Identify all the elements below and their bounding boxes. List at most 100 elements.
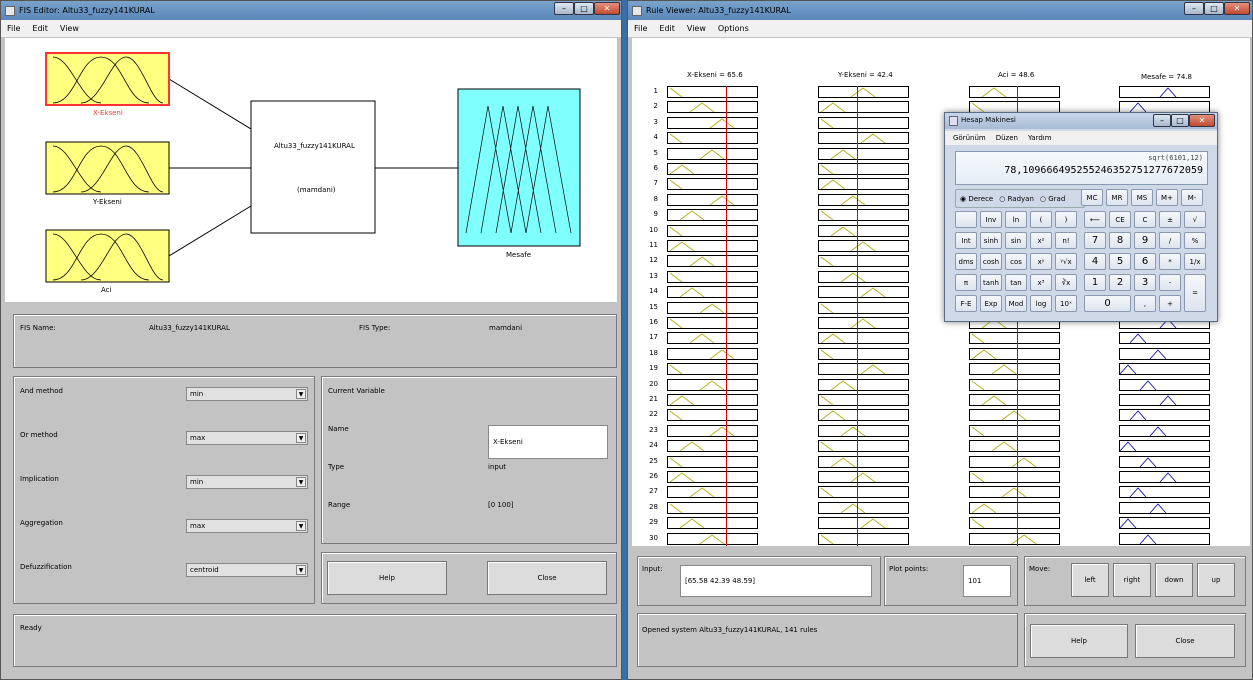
calc-key[interactable]: Mod <box>1005 295 1027 312</box>
radio-grad[interactable]: ○ Grad <box>1040 195 1065 203</box>
menu-view[interactable]: View <box>687 24 706 33</box>
aggregation-select[interactable]: max ▼ <box>186 519 308 533</box>
calc-key[interactable]: 10ˣ <box>1055 295 1077 312</box>
calc-key[interactable]: x³ <box>1030 274 1052 291</box>
help-button[interactable]: Help <box>1030 624 1128 658</box>
calc-key[interactable]: Exp <box>980 295 1002 312</box>
menu-duzen[interactable]: Düzen <box>996 134 1018 142</box>
input-block-y[interactable] <box>45 141 170 195</box>
calc-key[interactable]: tanh <box>980 274 1002 291</box>
calc-key[interactable]: 7 <box>1084 232 1106 249</box>
input-value-line[interactable] <box>726 86 727 546</box>
calc-key[interactable]: log <box>1030 295 1052 312</box>
calc-maximize-button[interactable]: □ <box>1171 114 1189 127</box>
calc-key[interactable]: - <box>1159 274 1181 291</box>
memory-button-mplus[interactable]: M+ <box>1156 189 1178 206</box>
menu-file[interactable]: File <box>634 24 647 33</box>
calc-key[interactable]: dms <box>955 253 977 270</box>
calc-key[interactable]: ʸ√x <box>1055 253 1077 270</box>
menu-bar: File Edit View Options <box>628 20 1252 37</box>
input-block-aci[interactable] <box>45 229 170 283</box>
calc-key[interactable]: * <box>1159 253 1181 270</box>
calc-key[interactable]: = <box>1184 274 1206 312</box>
calc-key[interactable]: 3 <box>1134 274 1156 291</box>
output-block-mesafe[interactable] <box>457 88 581 247</box>
calc-key[interactable]: 1/x <box>1184 253 1206 270</box>
memory-button-mc[interactable]: MC <box>1081 189 1103 206</box>
calc-key[interactable]: 2 <box>1109 274 1131 291</box>
menu-edit[interactable]: Edit <box>659 24 675 33</box>
rule-cell <box>818 163 909 175</box>
calc-key[interactable]: F-E <box>955 295 977 312</box>
memory-button-mminus[interactable]: M- <box>1181 189 1203 206</box>
calc-key[interactable]: cos <box>1005 253 1027 270</box>
close-button[interactable]: Close <box>1135 624 1235 658</box>
help-button[interactable]: Help <box>327 561 447 595</box>
rule-number: 20 <box>649 379 658 388</box>
calc-key[interactable]: π <box>955 274 977 291</box>
calc-key[interactable]: sin <box>1005 232 1027 249</box>
calc-key[interactable]: 4 <box>1084 253 1106 270</box>
calc-key[interactable]: 1 <box>1084 274 1106 291</box>
plot-points-field[interactable]: 101 <box>963 565 1011 597</box>
calc-key[interactable]: tan <box>1005 274 1027 291</box>
calc-key[interactable]: 8 <box>1109 232 1131 249</box>
calc-key[interactable]: % <box>1184 232 1206 249</box>
calc-key[interactable]: xʸ <box>1030 253 1052 270</box>
calc-key[interactable]: ⟵ <box>1084 211 1106 228</box>
calc-key[interactable]: 6 <box>1134 253 1156 270</box>
menu-gorunum[interactable]: Görünüm <box>953 134 986 142</box>
move-up-button[interactable]: up <box>1197 563 1235 597</box>
input-field[interactable]: [65.58 42.39 48.59] <box>680 565 872 597</box>
menu-yardim[interactable]: Yardım <box>1028 134 1052 142</box>
calc-key[interactable]: C <box>1134 211 1156 228</box>
calc-key[interactable]: √ <box>1184 211 1206 228</box>
input-block-x[interactable] <box>45 52 170 106</box>
and-method-select[interactable]: min ▼ <box>186 387 308 401</box>
variable-name-field[interactable]: X-Ekseni <box>488 425 608 459</box>
calc-key[interactable]: Int <box>955 232 977 249</box>
move-down-button[interactable]: down <box>1155 563 1193 597</box>
close-button[interactable]: Close <box>487 561 607 595</box>
calc-key[interactable]: Inv <box>980 211 1002 228</box>
calc-minimize-button[interactable]: – <box>1153 114 1171 127</box>
calc-key[interactable]: 5 <box>1109 253 1131 270</box>
close-window-button[interactable]: ✕ <box>1224 2 1250 15</box>
implication-select[interactable]: min ▼ <box>186 475 308 489</box>
rule-viewer-titlebar[interactable]: Rule Viewer: Altu33_fuzzy141KURAL <box>628 1 1252 20</box>
calc-key[interactable]: CE <box>1109 211 1131 228</box>
radio-derece[interactable]: ◉ Derece <box>960 195 993 203</box>
memory-button-mr[interactable]: MR <box>1106 189 1128 206</box>
maximize-button[interactable]: □ <box>1204 2 1224 15</box>
calc-key[interactable]: ± <box>1159 211 1181 228</box>
calc-key[interactable]: 0 <box>1084 295 1131 312</box>
or-method-select[interactable]: max ▼ <box>186 431 308 445</box>
calc-key[interactable]: 9 <box>1134 232 1156 249</box>
name-label: Name <box>328 425 349 433</box>
calc-key[interactable]: ln <box>1005 211 1027 228</box>
menu-options[interactable]: Options <box>718 24 749 33</box>
move-left-button[interactable]: left <box>1071 563 1109 597</box>
input-value-line[interactable] <box>857 86 858 546</box>
calc-key[interactable]: / <box>1159 232 1181 249</box>
calc-key[interactable]: cosh <box>980 253 1002 270</box>
minimize-button[interactable]: – <box>1184 2 1204 15</box>
system-block[interactable] <box>250 100 376 234</box>
move-right-button[interactable]: right <box>1113 563 1151 597</box>
fis-type-label: FIS Type: <box>359 324 391 332</box>
calc-key[interactable]: + <box>1159 295 1181 312</box>
memory-button-ms[interactable]: MS <box>1131 189 1153 206</box>
calc-key[interactable]: sinh <box>980 232 1002 249</box>
defuzzification-select[interactable]: centroid ▼ <box>186 563 308 577</box>
calc-key[interactable]: x² <box>1030 232 1052 249</box>
calc-key[interactable] <box>955 211 977 228</box>
calc-key[interactable]: ∛x <box>1055 274 1077 291</box>
calc-key[interactable]: ) <box>1055 211 1077 228</box>
rule-cell <box>818 178 909 191</box>
calc-key[interactable]: ( <box>1030 211 1052 228</box>
calc-key[interactable]: n! <box>1055 232 1077 249</box>
calc-close-button[interactable]: ✕ <box>1189 114 1215 127</box>
system-name: Altu33_fuzzy141KURAL <box>274 142 355 150</box>
calc-key[interactable]: , <box>1134 295 1156 312</box>
radio-radyan[interactable]: ○ Radyan <box>999 195 1034 203</box>
